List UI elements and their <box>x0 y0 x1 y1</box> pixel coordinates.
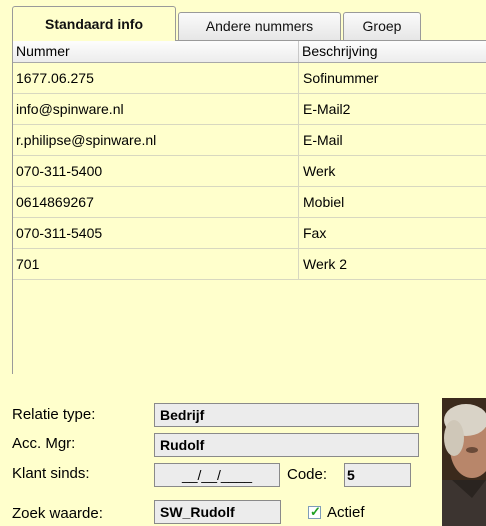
acc-mgr-label: Acc. Mgr: <box>12 435 76 452</box>
table-row[interactable]: 1677.06.275 Sofinummer <box>13 63 486 94</box>
cell-beschrijving: Sofinummer <box>303 70 379 86</box>
contact-photo <box>442 398 486 526</box>
cell-nummer: 070-311-5400 <box>13 156 299 186</box>
cell-beschrijving: E-Mail <box>303 132 343 148</box>
table-row[interactable]: 701 Werk 2 <box>13 249 486 280</box>
numbers-grid: Nummer Beschrijving 1677.06.275 Sofinumm… <box>12 40 486 374</box>
code-field[interactable]: 5 <box>344 463 411 487</box>
table-row[interactable]: r.philipse@spinware.nl E-Mail <box>13 125 486 156</box>
cell-nummer: 070-311-5405 <box>13 218 299 248</box>
grid-header: Nummer Beschrijving <box>13 41 486 63</box>
klant-sinds-date-field[interactable]: __/__/____ <box>154 463 280 487</box>
checkmark-icon: ✓ <box>310 504 321 519</box>
column-header-beschrijving[interactable]: Beschrijving <box>299 41 486 62</box>
relatie-type-field[interactable]: Bedrijf <box>154 403 419 427</box>
cell-nummer: r.philipse@spinware.nl <box>13 125 299 155</box>
column-header-nummer[interactable]: Nummer <box>13 41 299 62</box>
code-label: Code: <box>287 466 328 483</box>
contact-photo-image <box>442 398 486 526</box>
table-row[interactable]: 070-311-5405 Fax <box>13 218 486 249</box>
zoek-waarde-field[interactable]: SW_Rudolf <box>154 500 281 524</box>
table-row[interactable]: 070-311-5400 Werk <box>13 156 486 187</box>
table-row[interactable]: info@spinware.nl E-Mail2 <box>13 94 486 125</box>
cell-beschrijving: Mobiel <box>303 194 345 210</box>
cell-nummer: 701 <box>13 249 299 279</box>
cell-beschrijving: Werk <box>303 163 336 179</box>
cell-nummer: 1677.06.275 <box>13 63 299 93</box>
table-row[interactable]: 0614869267 Mobiel <box>13 187 486 218</box>
cell-beschrijving: E-Mail2 <box>303 101 351 117</box>
relatie-type-label: Relatie type: <box>12 406 96 423</box>
klant-sinds-label: Klant sinds: <box>12 465 90 482</box>
acc-mgr-field[interactable]: Rudolf <box>154 433 419 457</box>
tab-bar: Standaard info Andere nummers Groep <box>0 0 486 41</box>
cell-beschrijving: Fax <box>303 225 327 241</box>
cell-nummer: info@spinware.nl <box>13 94 299 124</box>
actief-checkbox[interactable]: ✓ <box>308 504 321 519</box>
cell-beschrijving: Werk 2 <box>303 256 348 272</box>
zoek-waarde-label: Zoek waarde: <box>12 505 103 522</box>
actief-label: Actief <box>327 504 365 521</box>
cell-nummer: 0614869267 <box>13 187 299 217</box>
tab-andere-nummers[interactable]: Andere nummers <box>178 12 341 40</box>
tab-standaard-info[interactable]: Standaard info <box>12 6 176 41</box>
tab-groep[interactable]: Groep <box>343 12 421 40</box>
